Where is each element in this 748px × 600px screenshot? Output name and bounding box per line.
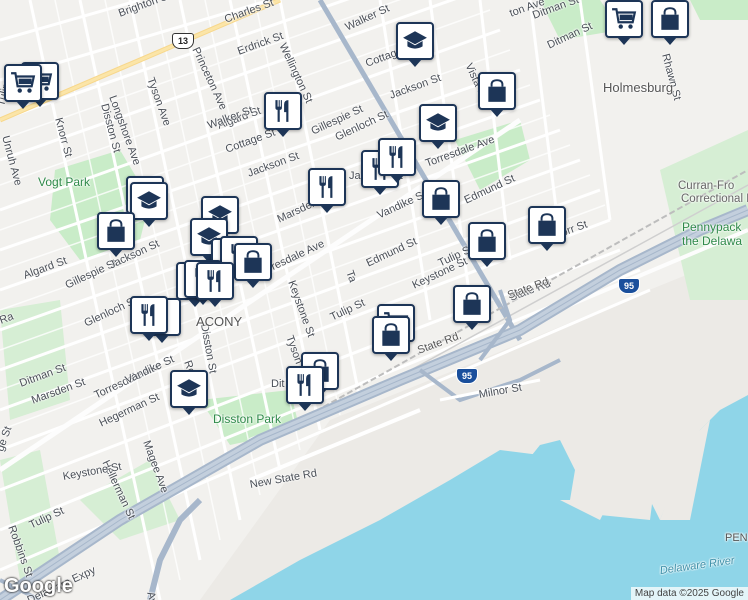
us-route-13-shield: 13 xyxy=(172,33,194,49)
map-pin-shopping-bag[interactable] xyxy=(422,180,460,225)
map-pin-shopping-bag[interactable] xyxy=(97,212,135,257)
school-icon xyxy=(136,188,162,214)
place-label: Curran-Fro xyxy=(678,180,735,192)
restaurant-icon xyxy=(384,144,410,170)
map-pin-shopping-bag[interactable] xyxy=(651,0,689,45)
place-label: PEN xyxy=(725,532,748,544)
interstate-95-shield: 95 xyxy=(618,278,640,294)
place-label: ACONY xyxy=(196,314,243,329)
map-pin-shopping-bag[interactable] xyxy=(372,316,410,361)
shopping-bag-icon xyxy=(484,78,510,104)
place-label: Holmesburg xyxy=(603,80,674,95)
restaurant-icon xyxy=(202,268,228,294)
shopping-bag-icon xyxy=(240,249,266,275)
map-attribution: Map data ©2025 Google xyxy=(630,587,748,600)
map-pin-restaurant[interactable] xyxy=(130,296,168,341)
shopping-bag-icon xyxy=(459,291,485,317)
map-pin-shopping-bag[interactable] xyxy=(453,285,491,330)
school-icon xyxy=(425,110,451,136)
restaurant-icon xyxy=(270,98,296,124)
shopping-bag-icon xyxy=(428,186,454,212)
shopping-bag-icon xyxy=(474,228,500,254)
map-pin-shopping-cart[interactable] xyxy=(4,64,42,109)
map-pin-shopping-bag[interactable] xyxy=(478,72,516,117)
map-pin-shopping-cart[interactable] xyxy=(605,0,643,45)
map-pin-restaurant[interactable] xyxy=(196,262,234,307)
place-label: the Delawa xyxy=(682,234,743,248)
shopping-cart-icon xyxy=(611,6,637,32)
map-pin-restaurant[interactable] xyxy=(264,92,302,137)
map-pin-restaurant[interactable] xyxy=(308,168,346,213)
map-pin-restaurant[interactable] xyxy=(378,138,416,183)
school-icon xyxy=(402,28,428,54)
map-pin-school[interactable] xyxy=(396,22,434,67)
map-pin-school[interactable] xyxy=(419,104,457,149)
shopping-bag-icon xyxy=(103,218,129,244)
map-canvas[interactable]: Brighton St Charles St Erdrick St Wellingto… xyxy=(0,0,748,600)
place-label: Correctional F xyxy=(681,193,748,205)
shopping-bag-icon xyxy=(657,6,683,32)
school-icon xyxy=(176,376,202,402)
place-label: Pennypack xyxy=(682,220,742,234)
restaurant-icon xyxy=(136,302,162,328)
shopping-bag-icon xyxy=(378,322,404,348)
shopping-cart-icon xyxy=(10,70,36,96)
map-pin-shopping-bag[interactable] xyxy=(528,206,566,251)
map-pin-school[interactable] xyxy=(170,370,208,415)
map-pin-restaurant[interactable] xyxy=(286,366,324,411)
google-logo: Google xyxy=(4,575,73,597)
street-label: Dit xyxy=(271,378,285,390)
place-label: Vogt Park xyxy=(38,175,91,189)
shopping-bag-icon xyxy=(534,212,560,238)
map-pin-shopping-bag[interactable] xyxy=(468,222,506,267)
place-label: Disston Park xyxy=(213,412,282,426)
restaurant-icon xyxy=(314,174,340,200)
interstate-95-shield: 95 xyxy=(456,368,478,384)
map-pin-school[interactable] xyxy=(130,182,168,227)
map-pin-shopping-bag[interactable] xyxy=(234,243,272,288)
restaurant-icon xyxy=(292,372,318,398)
